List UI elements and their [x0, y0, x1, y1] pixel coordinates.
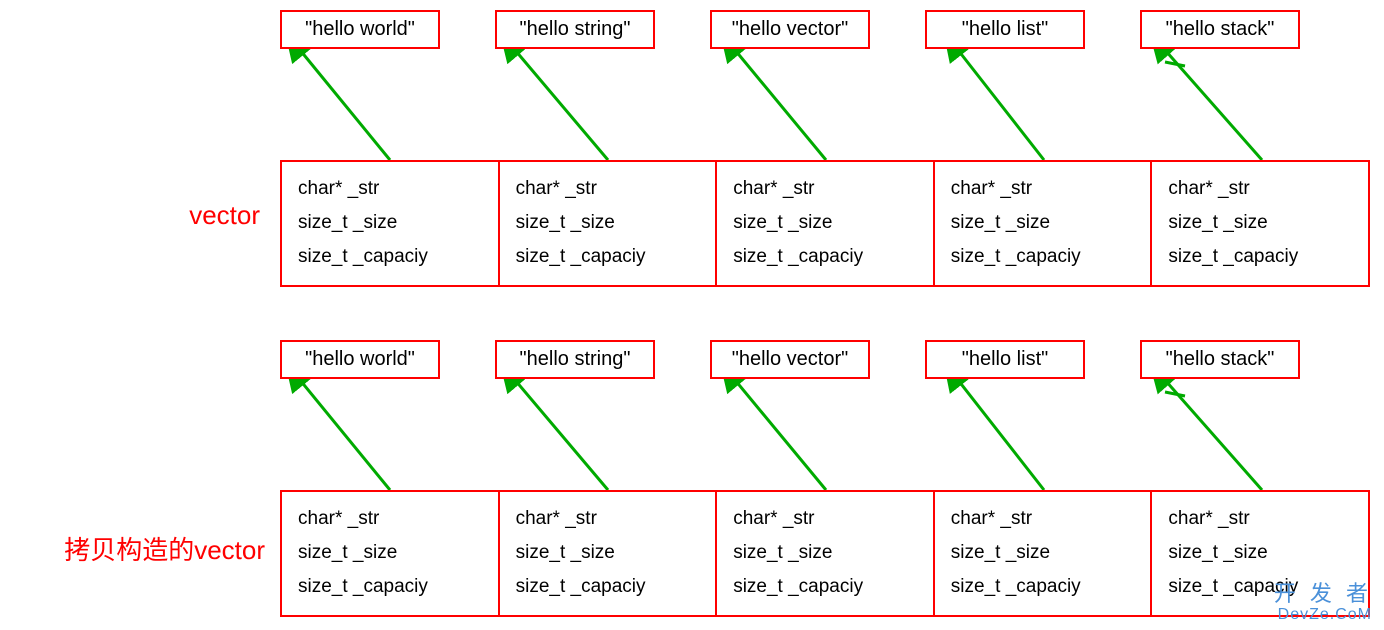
vector-cell: char* _str size_t _size size_t _capaciy: [500, 492, 718, 615]
vector-cell: char* _str size_t _size size_t _capaciy: [717, 162, 935, 285]
cell-line: char* _str: [951, 172, 1135, 206]
string-box: "hello vector": [710, 340, 870, 379]
watermark-line2: DevZe.CoM: [1274, 606, 1372, 624]
cell-line: size_t _capaciy: [951, 240, 1135, 274]
cell-line: size_t _size: [951, 536, 1135, 570]
watermark-line1: 开 发 者: [1274, 582, 1372, 606]
cell-line: size_t _capaciy: [733, 570, 917, 604]
vector-cell: char* _str size_t _size size_t _capaciy: [282, 162, 500, 285]
vector-container-2: char* _str size_t _size size_t _capaciy …: [280, 490, 1370, 617]
cell-line: char* _str: [733, 172, 917, 206]
cell-line: char* _str: [298, 502, 482, 536]
vector-cell: char* _str size_t _size size_t _capaciy: [500, 162, 718, 285]
cell-line: size_t _capaciy: [298, 240, 482, 274]
cell-line: size_t _size: [516, 206, 700, 240]
cell-line: size_t _capaciy: [951, 570, 1135, 604]
cell-line: size_t _size: [516, 536, 700, 570]
cell-line: size_t _size: [733, 536, 917, 570]
string-box: "hello vector": [710, 10, 870, 49]
cell-line: size_t _capaciy: [733, 240, 917, 274]
label-copy-vector: 拷贝构造的vector: [10, 530, 265, 567]
string-box: "hello stack": [1140, 10, 1300, 49]
cell-line: size_t _size: [298, 206, 482, 240]
string-box: "hello world": [280, 10, 440, 49]
vector-cell: char* _str size_t _size size_t _capaciy: [282, 492, 500, 615]
string-row-2: "hello world" "hello string" "hello vect…: [280, 340, 1300, 379]
cell-line: size_t _size: [951, 206, 1135, 240]
string-box: "hello world": [280, 340, 440, 379]
watermark: 开 发 者 DevZe.CoM: [1274, 582, 1372, 624]
cell-line: size_t _capaciy: [298, 570, 482, 604]
vector-cell: char* _str size_t _size size_t _capaciy: [717, 492, 935, 615]
string-box: "hello string": [495, 10, 655, 49]
string-box: "hello list": [925, 340, 1085, 379]
string-row-1: "hello world" "hello string" "hello vect…: [280, 10, 1300, 49]
cell-line: size_t _capaciy: [516, 570, 700, 604]
cell-line: size_t _size: [298, 536, 482, 570]
string-box: "hello string": [495, 340, 655, 379]
string-box: "hello list": [925, 10, 1085, 49]
cell-line: char* _str: [733, 502, 917, 536]
cell-line: char* _str: [1168, 502, 1352, 536]
cell-line: size_t _size: [1168, 206, 1352, 240]
cell-line: size_t _size: [733, 206, 917, 240]
vector-container-1: char* _str size_t _size size_t _capaciy …: [280, 160, 1370, 287]
vector-cell: char* _str size_t _size size_t _capaciy: [1152, 162, 1368, 285]
cell-line: char* _str: [516, 502, 700, 536]
cell-line: char* _str: [1168, 172, 1352, 206]
cell-line: char* _str: [298, 172, 482, 206]
string-box: "hello stack": [1140, 340, 1300, 379]
cell-line: size_t _capaciy: [1168, 240, 1352, 274]
cell-line: size_t _capaciy: [516, 240, 700, 274]
cell-line: char* _str: [951, 502, 1135, 536]
vector-cell: char* _str size_t _size size_t _capaciy: [935, 492, 1153, 615]
cell-line: size_t _size: [1168, 536, 1352, 570]
vector-cell: char* _str size_t _size size_t _capaciy: [935, 162, 1153, 285]
label-vector: vector: [40, 200, 260, 231]
cell-line: char* _str: [516, 172, 700, 206]
